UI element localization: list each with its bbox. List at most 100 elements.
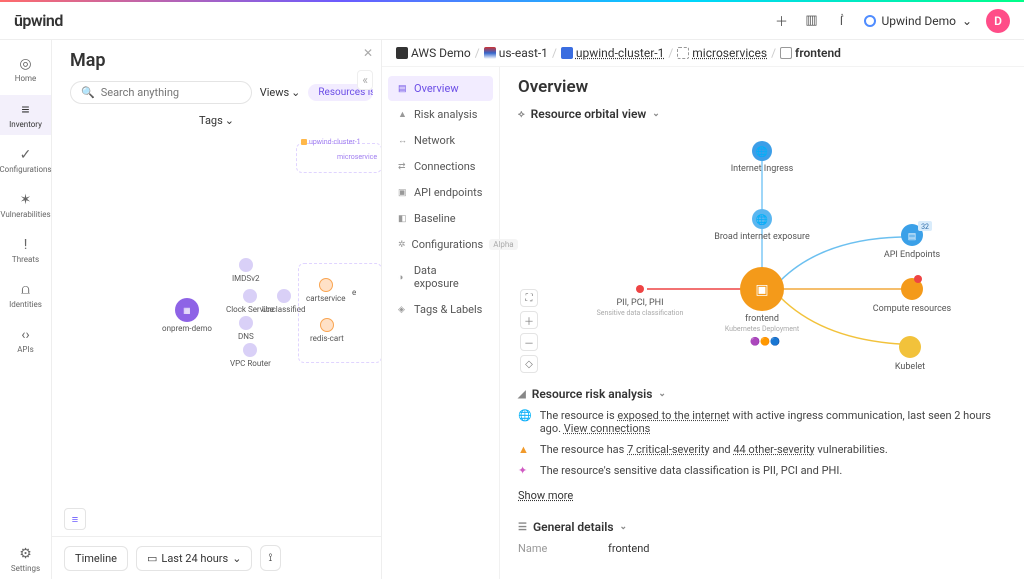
map-node-vpc[interactable]: VPC Router: [230, 343, 271, 368]
api-icon: ▣: [398, 188, 408, 198]
nav-network[interactable]: ↔Network: [388, 128, 493, 153]
target-icon: ◎: [19, 56, 31, 72]
svg-text:API Endpoints: API Endpoints: [884, 250, 941, 260]
crumb-aws[interactable]: AWS Demo: [396, 46, 471, 60]
svg-text:▤: ▤: [908, 232, 917, 242]
nav-baseline[interactable]: ◧Baseline: [388, 206, 493, 231]
rail-identities[interactable]: ⩍Identities: [0, 276, 51, 315]
svg-text:Internet Ingress: Internet Ingress: [731, 164, 794, 174]
resource-icon: [780, 47, 792, 59]
nav-overview[interactable]: ▤Overview: [388, 76, 493, 101]
link-exposed[interactable]: exposed to the internet: [617, 409, 729, 422]
map-canvas[interactable]: upwind-cluster-1 microservice ▦onprem-de…: [52, 133, 381, 508]
risk-line-data: ✦The resource's sensitive data classific…: [518, 464, 1006, 477]
rail-threats[interactable]: !Threats: [0, 231, 51, 270]
show-more-link[interactable]: Show more: [518, 489, 573, 502]
rail-vulnerabilities[interactable]: ✶Vulnerabilities: [0, 186, 51, 225]
chevron-down-icon: ⌄: [658, 389, 666, 399]
tags-icon: ◈: [398, 305, 408, 315]
search-input[interactable]: 🔍: [70, 81, 252, 104]
run-icon[interactable]: ẛ: [834, 13, 850, 29]
detail-panel: AWS Demo/ us-east-1/ upwind-cluster-1/ m…: [382, 40, 1024, 579]
pin-button[interactable]: ⟟: [260, 545, 280, 571]
timeline-button[interactable]: Timeline: [64, 546, 128, 571]
list-icon: ≡: [21, 101, 29, 118]
rail-configurations[interactable]: ✓Configurations: [0, 141, 51, 180]
namespace-icon: [677, 47, 689, 59]
map-footer: Timeline ▭Last 24 hours⌄ ⟟: [52, 536, 381, 579]
svg-text:🌐: 🌐: [756, 145, 768, 158]
breadcrumb: AWS Demo/ us-east-1/ upwind-cluster-1/ m…: [382, 40, 1024, 67]
risk-heading[interactable]: ◢Resource risk analysis⌄: [518, 387, 1006, 401]
map-node-onprem[interactable]: ▦onprem-demo: [162, 298, 212, 333]
flag-icon: [484, 47, 496, 59]
fullscreen-button[interactable]: ⛶: [520, 289, 538, 307]
svg-text:PII, PCI, PHI: PII, PCI, PHI: [616, 298, 663, 308]
map-node-rediscart[interactable]: redis-cart: [310, 318, 344, 343]
fingerprint-icon: ✦: [518, 464, 532, 477]
nav-api[interactable]: ▣API endpoints: [388, 180, 493, 205]
rail-inventory[interactable]: ≡Inventory: [0, 95, 51, 135]
chevron-down-icon: ⌄: [232, 552, 241, 565]
rail-apis[interactable]: ‹›APIs: [0, 321, 51, 360]
time-range-dropdown[interactable]: ▭Last 24 hours⌄: [136, 546, 252, 571]
views-dropdown[interactable]: Views⌄: [260, 86, 301, 99]
svg-text:🌐: 🌐: [756, 213, 768, 226]
orbital-heading[interactable]: ⟡Resource orbital view⌄: [518, 107, 1006, 121]
gear-icon: ⚙: [19, 546, 32, 562]
bug-icon: ✶: [20, 192, 32, 208]
risk-icon: ▲: [398, 109, 408, 120]
crumb-cluster[interactable]: upwind-cluster-1: [561, 46, 664, 60]
link-view-connections[interactable]: View connections: [564, 422, 651, 435]
tags-dropdown[interactable]: Tags⌄: [199, 114, 234, 127]
code-icon: ‹›: [21, 327, 29, 343]
zoom-out-button[interactable]: －: [520, 333, 538, 351]
overview-heading: Overview: [518, 77, 1006, 97]
close-icon[interactable]: ✕: [363, 46, 373, 60]
svg-text:▣: ▣: [755, 282, 768, 298]
panel-icon[interactable]: ▥: [804, 13, 820, 29]
svg-text:Compute resources: Compute resources: [873, 304, 952, 314]
search-field[interactable]: [101, 86, 241, 99]
orbital-svg[interactable]: ▣ frontend Kubernetes Deployment 🟣🟠🔵 🌐 I…: [518, 129, 1006, 379]
map-node-e[interactable]: e: [352, 288, 356, 297]
plus-icon[interactable]: ＋: [774, 13, 790, 29]
risk-line-vuln: ▲The resource has 7 critical-severity an…: [518, 443, 1006, 456]
chevron-down-icon: ⌄: [225, 114, 234, 127]
map-node-imds[interactable]: IMDSv2: [232, 258, 260, 283]
chevron-down-icon: ⌄: [652, 109, 660, 119]
nav-configurations[interactable]: ✲ConfigurationsAlpha: [388, 232, 493, 257]
app-header: ūpwind ＋ ▥ ẛ Upwind Demo ⌄ D: [0, 2, 1024, 40]
nav-risk[interactable]: ▲Risk analysis: [388, 102, 493, 127]
rail-settings[interactable]: ⚙Settings: [0, 540, 51, 579]
workspace-dot-icon: [864, 15, 876, 27]
link-other-sev[interactable]: 44 other-severity: [733, 443, 814, 456]
rail-home[interactable]: ◎Home: [0, 50, 51, 89]
cluster-icon: [561, 47, 573, 59]
general-row-name: Namefrontend: [518, 542, 1006, 555]
collapse-icon[interactable]: «: [357, 70, 373, 90]
nav-tags[interactable]: ◈Tags & Labels: [388, 297, 493, 322]
svg-text:Broad internet exposure: Broad internet exposure: [714, 232, 810, 242]
orbital-icon: ⟡: [518, 109, 525, 120]
svg-text:Sensitive data classification: Sensitive data classification: [597, 309, 684, 317]
aws-icon: [396, 47, 408, 59]
crumb-region[interactable]: us-east-1: [484, 46, 548, 60]
crumb-namespace[interactable]: microservices: [677, 46, 767, 60]
nav-data-exposure[interactable]: ◑Data exposure: [388, 258, 493, 296]
map-title: Map: [70, 50, 363, 71]
workspace-name: Upwind Demo: [882, 14, 956, 28]
nav-connections[interactable]: ⇄Connections: [388, 154, 493, 179]
map-node-dns[interactable]: DNS: [238, 316, 254, 341]
map-node-cartservice[interactable]: cartservice: [306, 278, 345, 303]
risk-line-internet: 🌐The resource is exposed to the internet…: [518, 409, 1006, 435]
link-critical-sev[interactable]: 7 critical-severity: [627, 443, 710, 456]
recenter-button[interactable]: ◇: [520, 355, 538, 373]
user-avatar[interactable]: D: [986, 9, 1010, 33]
workspace-selector[interactable]: Upwind Demo ⌄: [864, 14, 973, 28]
chart-icon[interactable]: ≡: [64, 508, 86, 530]
svg-text:🔵: 🔵: [770, 336, 780, 346]
general-heading[interactable]: ☰General details⌄: [518, 520, 1006, 534]
zoom-in-button[interactable]: ＋: [520, 311, 538, 329]
svg-text:Kubelet: Kubelet: [895, 362, 925, 372]
